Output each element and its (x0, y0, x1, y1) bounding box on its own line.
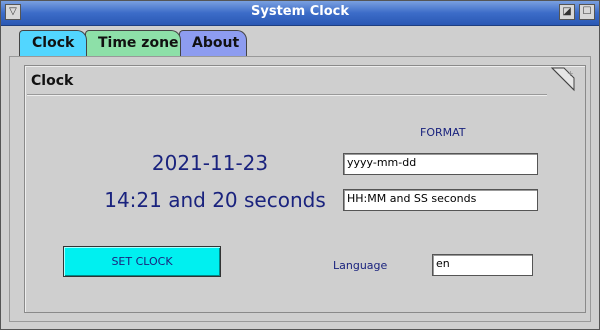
date-format-field[interactable]: yyyy-mm-dd (343, 153, 538, 175)
set-clock-button[interactable]: SET CLOCK (63, 246, 221, 277)
time-format-field[interactable]: HH:MM and SS seconds (343, 189, 538, 211)
system-clock-window: ▽ System Clock ◪ ☐ Clock Time zone About… (0, 0, 600, 330)
time-display: 14:21 and 20 seconds (104, 188, 326, 212)
tab-time-zone[interactable]: Time zone (85, 30, 181, 56)
svg-text:+: + (567, 69, 574, 78)
language-field[interactable]: en (432, 254, 533, 276)
date-display: 2021-11-23 (151, 151, 269, 175)
clock-panel: Clock + 2021-11-23 14:21 and 20 seconds … (9, 56, 591, 322)
language-label: Language (333, 259, 388, 272)
tab-about[interactable]: About (179, 30, 247, 56)
format-label: FORMAT (420, 126, 466, 139)
maximize-icon[interactable]: ◪ (559, 4, 575, 20)
tab-clock[interactable]: Clock (19, 30, 87, 56)
panel-header: Clock (27, 68, 547, 95)
clock-panel-inner: Clock + 2021-11-23 14:21 and 20 seconds … (24, 65, 586, 313)
panel-title: Clock (31, 73, 74, 89)
page-corner-icon[interactable]: + (550, 66, 576, 92)
title-bar[interactable]: ▽ System Clock ◪ ☐ (1, 1, 599, 26)
close-icon[interactable]: ☐ (579, 4, 595, 20)
window-title: System Clock (251, 4, 349, 19)
